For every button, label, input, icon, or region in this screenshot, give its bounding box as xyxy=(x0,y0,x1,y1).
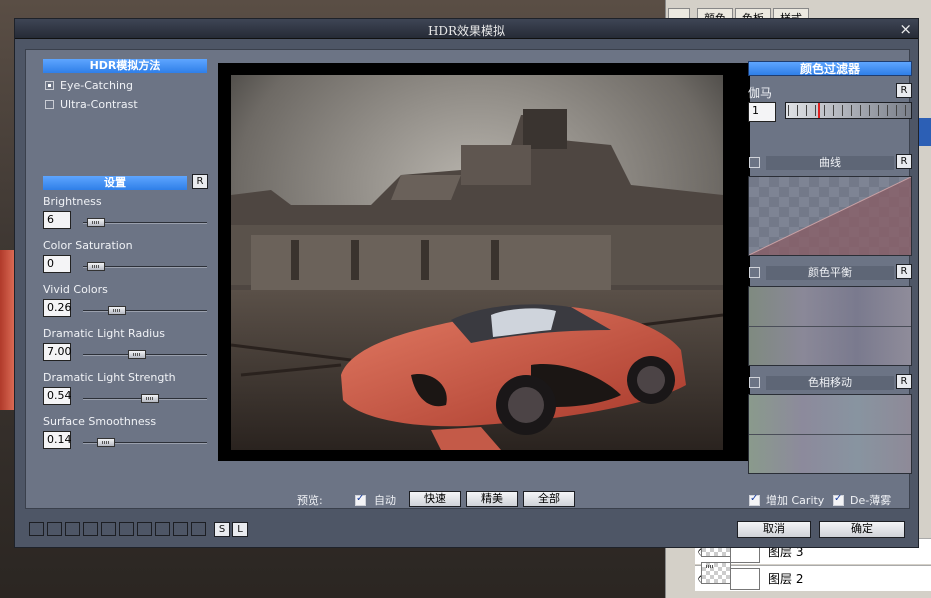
layer-row-2[interactable]: 👁 ∞ 图层 2 xyxy=(695,562,931,591)
dialog-title: HDR效果模拟 xyxy=(427,24,506,38)
layer-mask-thumbnail xyxy=(730,567,760,590)
option-eye-catching[interactable]: Eye-Catching xyxy=(45,79,133,92)
hdr-dialog: HDR效果模拟 × HDR模拟方法 Eye-Catching Ultra-Con… xyxy=(14,18,919,548)
slider-label: Dramatic Light Radius xyxy=(43,327,165,340)
auto-label: 自动 xyxy=(374,494,396,507)
layer-name: 图层 2 xyxy=(768,572,804,586)
preset-slots xyxy=(29,522,206,536)
slider-track[interactable] xyxy=(83,438,207,447)
curves-checkbox[interactable] xyxy=(749,157,760,168)
slider-value-field[interactable]: 0.14 xyxy=(43,431,72,449)
clarity-checkbox[interactable] xyxy=(749,493,760,506)
slider-label: Brightness xyxy=(43,195,102,208)
auto-preview-toggle[interactable]: 自动 xyxy=(355,492,396,508)
gamma-ticks xyxy=(788,105,909,116)
radio-icon[interactable] xyxy=(45,100,54,109)
preview-artwork xyxy=(231,75,723,450)
clarity-toggle[interactable]: 增加 Carity xyxy=(749,492,824,508)
preset-slot[interactable] xyxy=(137,522,152,536)
color-balance-checkbox[interactable] xyxy=(749,267,760,278)
preset-slot[interactable] xyxy=(65,522,80,536)
preset-slot[interactable] xyxy=(83,522,98,536)
fine-preview-button[interactable]: 精美 xyxy=(466,491,518,507)
method-header: HDR模拟方法 xyxy=(43,59,207,73)
slider-label: Surface Smoothness xyxy=(43,415,157,428)
settings-header: 设置 xyxy=(43,176,187,190)
dialog-titlebar[interactable]: HDR效果模拟 × xyxy=(15,19,918,39)
quick-preview-button[interactable]: 快速 xyxy=(409,491,461,507)
slider-value-field[interactable]: 0 xyxy=(43,255,71,273)
preview-frame xyxy=(218,63,750,461)
slider-track[interactable] xyxy=(83,350,207,359)
slider-thumb[interactable] xyxy=(97,438,115,447)
slider-label: Dramatic Light Strength xyxy=(43,371,176,384)
cancel-button[interactable]: 取消 xyxy=(737,521,811,538)
clarity-label: 增加 Carity xyxy=(766,494,825,507)
color-balance-header: 颜色平衡 xyxy=(766,266,894,280)
curves-header: 曲线 xyxy=(766,156,894,170)
slider-thumb[interactable] xyxy=(141,394,159,403)
host-selection-strip xyxy=(918,118,931,146)
dehaze-label: De-薄雾 xyxy=(850,494,892,507)
slider-value-field[interactable]: 6 xyxy=(43,211,71,229)
preset-slot[interactable] xyxy=(119,522,134,536)
slider-value-field[interactable]: 0.54 xyxy=(43,387,72,405)
hue-center-line xyxy=(749,434,911,435)
slider-label: Color Saturation xyxy=(43,239,133,252)
hue-shift-preview[interactable] xyxy=(748,394,912,474)
slider-label: Vivid Colors xyxy=(43,283,108,296)
option-ultra-contrast[interactable]: Ultra-Contrast xyxy=(45,98,138,111)
curves-reset-button[interactable]: R xyxy=(896,154,912,169)
slider-value-field[interactable]: 0.26 xyxy=(43,299,72,317)
option-label: Eye-Catching xyxy=(60,79,133,92)
curves-preview[interactable] xyxy=(748,176,912,256)
color-filter-header[interactable]: 颜色过滤器 xyxy=(748,61,912,76)
gamma-reset-button[interactable]: R xyxy=(896,83,912,98)
close-icon[interactable]: × xyxy=(899,20,912,38)
hue-shift-header: 色相移动 xyxy=(766,376,894,390)
settings-reset-button[interactable]: R xyxy=(192,174,208,189)
load-preset-button[interactable]: L xyxy=(232,522,248,537)
slider-value-field[interactable]: 7.00 xyxy=(43,343,72,361)
preset-slot[interactable] xyxy=(191,522,206,536)
gamma-slider[interactable] xyxy=(785,102,912,119)
slider-track[interactable] xyxy=(83,394,207,403)
radio-selected-icon[interactable] xyxy=(45,81,54,90)
dialog-content: HDR模拟方法 Eye-Catching Ultra-Contrast 设置 R… xyxy=(25,49,912,509)
slider-thumb[interactable] xyxy=(87,262,105,271)
preview-label-row: 预览: xyxy=(297,492,323,508)
slider-thumb[interactable] xyxy=(108,306,126,315)
preset-slot[interactable] xyxy=(29,522,44,536)
option-label: Ultra-Contrast xyxy=(60,98,138,111)
color-balance-reset-button[interactable]: R xyxy=(896,264,912,279)
preset-slot[interactable] xyxy=(173,522,188,536)
hue-shift-reset-button[interactable]: R xyxy=(896,374,912,389)
color-balance-preview[interactable] xyxy=(748,286,912,366)
preset-slot[interactable] xyxy=(155,522,170,536)
curves-graph xyxy=(748,176,912,256)
dehaze-checkbox[interactable] xyxy=(833,493,844,506)
auto-checkbox[interactable] xyxy=(355,493,366,506)
balance-center-line xyxy=(749,326,911,327)
gamma-value-field[interactable]: 1 xyxy=(748,102,776,122)
layer-thumbnail xyxy=(701,562,731,584)
slider-track[interactable] xyxy=(83,218,207,227)
slider-thumb[interactable] xyxy=(128,350,146,359)
slider-thumb[interactable] xyxy=(87,218,105,227)
preview-image[interactable] xyxy=(231,75,723,450)
dehaze-toggle[interactable]: De-薄雾 xyxy=(833,492,891,508)
save-preset-button[interactable]: S xyxy=(214,522,230,537)
preset-slot[interactable] xyxy=(47,522,62,536)
slider-track[interactable] xyxy=(83,306,207,315)
gamma-label: 伽马 xyxy=(748,86,773,100)
hue-shift-checkbox[interactable] xyxy=(749,377,760,388)
full-preview-button[interactable]: 全部 xyxy=(523,491,575,507)
preview-label: 预览: xyxy=(297,494,323,507)
slider-track[interactable] xyxy=(83,262,207,271)
preset-slot[interactable] xyxy=(101,522,116,536)
ok-button[interactable]: 确定 xyxy=(819,521,905,538)
gamma-indicator xyxy=(818,103,820,118)
